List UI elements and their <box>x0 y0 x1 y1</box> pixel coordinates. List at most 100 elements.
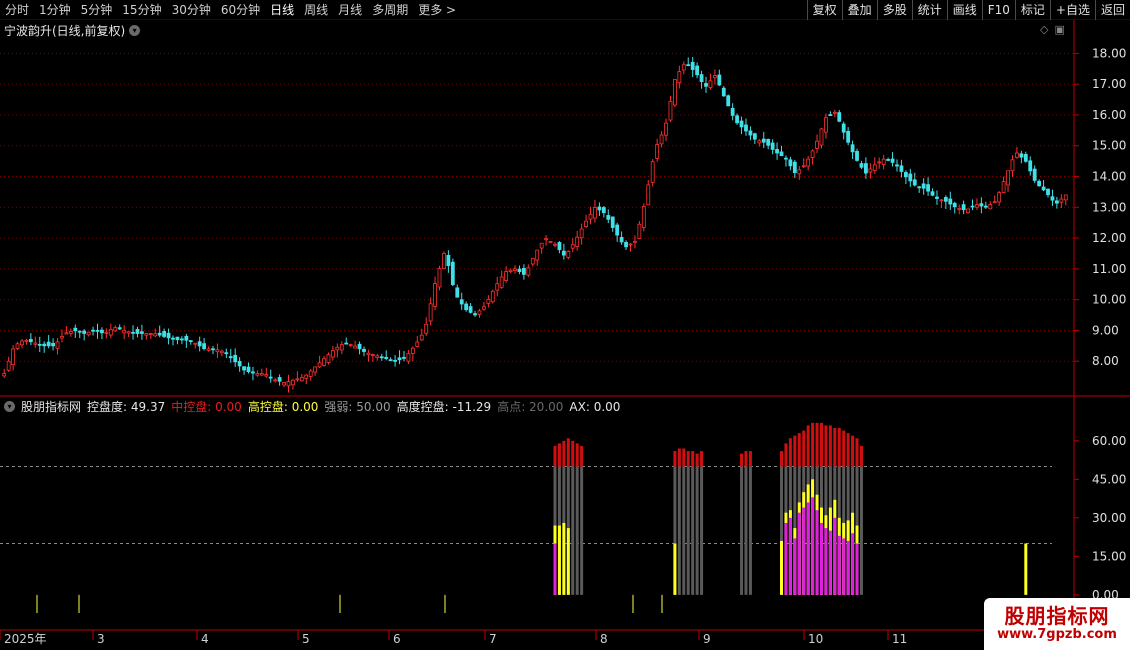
candle-body <box>864 163 868 174</box>
indicator-bar-gray <box>859 466 863 595</box>
indicator-name[interactable]: 股朋指标网 <box>21 398 81 415</box>
candle-body <box>188 340 193 343</box>
candle-body <box>801 165 806 168</box>
candle-body <box>570 244 575 249</box>
candle-body <box>1023 154 1028 162</box>
candle-body <box>917 186 922 189</box>
candle-body <box>499 276 504 288</box>
candle-body <box>206 348 211 351</box>
candle-body <box>517 268 522 273</box>
candle-body <box>1037 180 1042 187</box>
indicator-bar-magenta <box>833 517 837 595</box>
candle-body <box>28 338 33 343</box>
indicator-bar-red <box>842 430 846 467</box>
chevron-down-icon[interactable]: ▾ <box>4 401 15 412</box>
candle-body <box>979 203 984 207</box>
candle-body <box>1032 168 1037 181</box>
candle-body <box>357 343 362 350</box>
candle-body <box>202 343 206 350</box>
indicator-bar-red <box>700 451 704 467</box>
candle-body <box>744 124 748 132</box>
candle-body <box>362 348 366 352</box>
candle-body <box>699 74 704 82</box>
candle-body <box>73 327 78 332</box>
candle-body <box>961 204 966 211</box>
price-tick-label: 13.00 <box>1092 200 1126 214</box>
candle-body <box>477 310 482 315</box>
maximize-icon[interactable]: ▣ <box>1054 23 1064 36</box>
x-axis-label: 4 <box>201 632 209 646</box>
candle-body <box>490 290 495 303</box>
candle-body <box>806 158 811 167</box>
candle-body <box>117 327 122 330</box>
candle-body <box>695 65 700 76</box>
candle-body <box>424 323 429 334</box>
candle-body <box>770 142 775 150</box>
candle-body <box>264 374 269 377</box>
indicator-bar-yellow <box>566 528 570 595</box>
candle-body <box>473 313 477 316</box>
candle-body <box>779 151 784 157</box>
candle-body <box>251 371 255 374</box>
indicator-bar-red <box>557 443 561 467</box>
candle-body <box>144 333 149 336</box>
readout-value: -11.29 <box>448 400 492 414</box>
candle-body <box>1050 196 1055 201</box>
candle-body <box>268 376 273 379</box>
candle-body <box>193 342 198 345</box>
candle-body <box>850 144 855 153</box>
panel-controls: ◇ ▣ <box>1040 23 1065 36</box>
candle-body <box>641 206 646 228</box>
candle-body <box>877 161 882 164</box>
candle-body <box>237 360 242 367</box>
candle-body <box>828 114 833 117</box>
candle-body <box>761 138 766 143</box>
indicator-bar-red <box>806 425 810 467</box>
candle-body <box>655 144 660 159</box>
candle-body <box>868 168 873 173</box>
watermark-main: 股朋指标网 <box>1004 604 1110 628</box>
indicator-bar-yellow <box>780 540 784 595</box>
indicator-readout-0: 控盘度: 49.37 <box>87 398 165 415</box>
candle-body <box>855 150 859 161</box>
indicator-bar-magenta <box>846 540 850 595</box>
candle-body <box>881 158 886 165</box>
indicator-bar-red <box>575 443 579 467</box>
candle-body <box>584 220 588 228</box>
indicator-readout-2: 高控盘: 0.00 <box>248 398 319 415</box>
candle-body <box>681 64 686 71</box>
indicator-bar-magenta <box>842 538 846 595</box>
candle-body <box>1059 198 1064 203</box>
readout-label: 高点: <box>497 400 526 414</box>
price-panel-title[interactable]: 宁波韵升(日线,前复权) ▾ <box>4 22 141 39</box>
candle-body <box>1001 181 1006 194</box>
candle-body <box>593 207 597 219</box>
indicator-bar-red <box>819 422 823 467</box>
indicator-bar-red <box>571 440 575 467</box>
candle-body <box>393 359 397 362</box>
candle-body <box>148 333 153 335</box>
candle-body <box>366 352 371 356</box>
chevron-down-icon[interactable]: ▾ <box>129 25 141 36</box>
candle-body <box>299 377 304 382</box>
indicator-bar-red <box>793 435 797 467</box>
candle-body <box>846 130 851 143</box>
candle-body <box>1006 170 1010 186</box>
indicator-bar-magenta <box>828 530 832 595</box>
indicator-bar-red <box>562 440 566 467</box>
diamond-icon[interactable]: ◇ <box>1040 23 1048 36</box>
candle-body <box>166 332 171 339</box>
candle-body <box>788 159 793 167</box>
candle-body <box>717 74 722 86</box>
candle-body <box>748 130 753 136</box>
candle-body <box>988 204 993 210</box>
candle-body <box>659 134 664 145</box>
indicator-bar-red <box>744 451 748 467</box>
indicator-bar-red <box>682 448 686 467</box>
candle-body <box>211 348 215 351</box>
candle-body <box>273 379 278 382</box>
candle-body <box>224 352 229 355</box>
candle-body <box>686 64 691 67</box>
candle-body <box>939 199 944 202</box>
indicator-bar-magenta <box>855 543 859 595</box>
